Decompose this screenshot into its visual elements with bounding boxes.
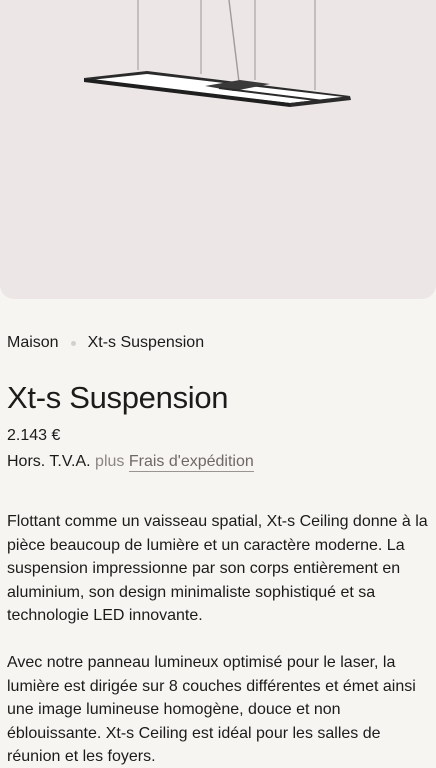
product-description: Flottant comme un vaisseau spatial, Xt-s… [7,510,432,768]
description-paragraph: Flottant comme un vaisseau spatial, Xt-s… [7,513,428,624]
power-cable [228,0,240,83]
breadcrumb-separator-dot [70,340,76,346]
pendant-lamp-illustration [84,0,351,107]
tax-shipping-note: Hors. T.V.A. plus Frais d'expédition [7,451,254,473]
shipping-costs-link[interactable]: Frais d'expédition [128,453,254,472]
product-image[interactable] [0,0,436,299]
breadcrumb-current: Xt-s Suspension [87,334,205,351]
plus-text: plus [95,453,125,470]
product-price: 2.143 € [7,427,61,444]
product-page: Maison Xt-s Suspension Xt-s Suspension 2… [0,0,436,768]
tax-note: Hors. T.V.A. [7,453,91,470]
breadcrumb-home-link[interactable]: Maison [7,333,59,353]
product-title: Xt-s Suspension [7,380,229,415]
breadcrumb: Maison Xt-s Suspension [7,333,204,353]
description-paragraph: Avec notre panneau lumineux optimisé pou… [7,654,416,765]
